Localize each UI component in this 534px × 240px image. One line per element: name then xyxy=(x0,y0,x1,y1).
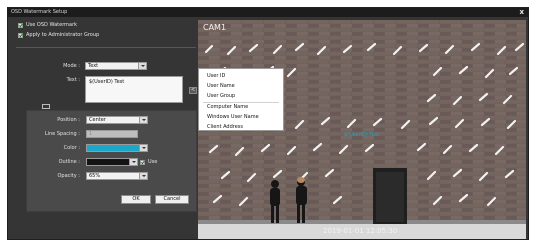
settings-panel: Use OSD Watermark Apply to Administrator… xyxy=(12,18,197,237)
menu-item-user-id[interactable]: User ID xyxy=(199,72,283,80)
variable-menu: User ID User Name User Group Computer Na… xyxy=(198,68,284,131)
checkbox-checked-icon xyxy=(18,22,23,28)
watermark-preview-text: $(UserID) Test xyxy=(344,132,380,138)
line-spacing-label: Line Spacing : xyxy=(44,131,80,137)
mode-value: Text xyxy=(88,63,99,69)
cancel-button[interactable]: Cancel xyxy=(155,195,189,204)
dialog-title-bar: OSD Watermark Setup x xyxy=(8,8,528,17)
menu-item-windows-user-name[interactable]: Windows User Name xyxy=(199,113,283,121)
menu-item-user-group[interactable]: User Group xyxy=(199,92,283,100)
chevron-down-icon xyxy=(129,159,137,165)
divider xyxy=(16,47,196,48)
chevron-down-icon xyxy=(139,145,147,151)
timestamp: 2019-01-01 12:05:30 xyxy=(323,227,398,235)
opacity-value: 65% xyxy=(89,173,101,179)
mode-select[interactable]: Text xyxy=(85,62,147,70)
opacity-select[interactable]: 65% xyxy=(86,172,148,180)
chevron-down-icon xyxy=(139,117,147,123)
apply-admin-checkbox[interactable]: Apply to Administrator Group xyxy=(18,32,99,38)
menu-item-user-name[interactable]: User Name xyxy=(199,82,283,90)
apply-admin-label: Apply to Administrator Group xyxy=(26,32,100,38)
position-label: Position : xyxy=(57,117,80,123)
position-select[interactable]: Center xyxy=(86,116,148,124)
color-picker[interactable] xyxy=(86,144,148,152)
ok-button[interactable]: OK xyxy=(121,195,151,204)
line-spacing-value: 1 xyxy=(89,131,93,137)
checkbox-checked-icon xyxy=(18,32,23,38)
insert-variable-button[interactable]: < xyxy=(189,87,197,94)
keyboard-icon[interactable] xyxy=(42,104,50,109)
outline-use-label: Use xyxy=(148,159,158,165)
line-spacing-input[interactable]: 1 xyxy=(86,130,138,138)
dialog-title: OSD Watermark Setup xyxy=(11,9,68,15)
outline-use-checkbox[interactable]: Use xyxy=(140,159,157,165)
use-osd-label: Use OSD Watermark xyxy=(26,22,78,28)
menu-item-computer-name[interactable]: Computer Name xyxy=(199,103,283,111)
checkbox-checked-icon xyxy=(140,159,145,165)
outline-color-picker[interactable] xyxy=(86,158,138,166)
close-icon[interactable]: x xyxy=(519,8,524,17)
color-label: Color : xyxy=(63,145,80,151)
chevron-down-icon xyxy=(138,63,146,69)
chevron-down-icon xyxy=(139,173,147,179)
text-label: Text : xyxy=(66,77,80,83)
use-osd-checkbox[interactable]: Use OSD Watermark xyxy=(18,22,77,28)
camera-label: CAM1 xyxy=(203,23,227,32)
position-value: Center xyxy=(89,117,106,123)
mode-label: Mode : xyxy=(63,63,80,69)
watermark-text-input[interactable]: $(UserID) Test xyxy=(85,76,183,103)
style-panel: Position : Center Line Spacing : 1 Color… xyxy=(26,110,197,212)
outline-label: Outline : xyxy=(58,159,80,165)
opacity-label: Opacity : xyxy=(57,173,80,179)
menu-item-client-address[interactable]: Client Address xyxy=(199,123,283,131)
